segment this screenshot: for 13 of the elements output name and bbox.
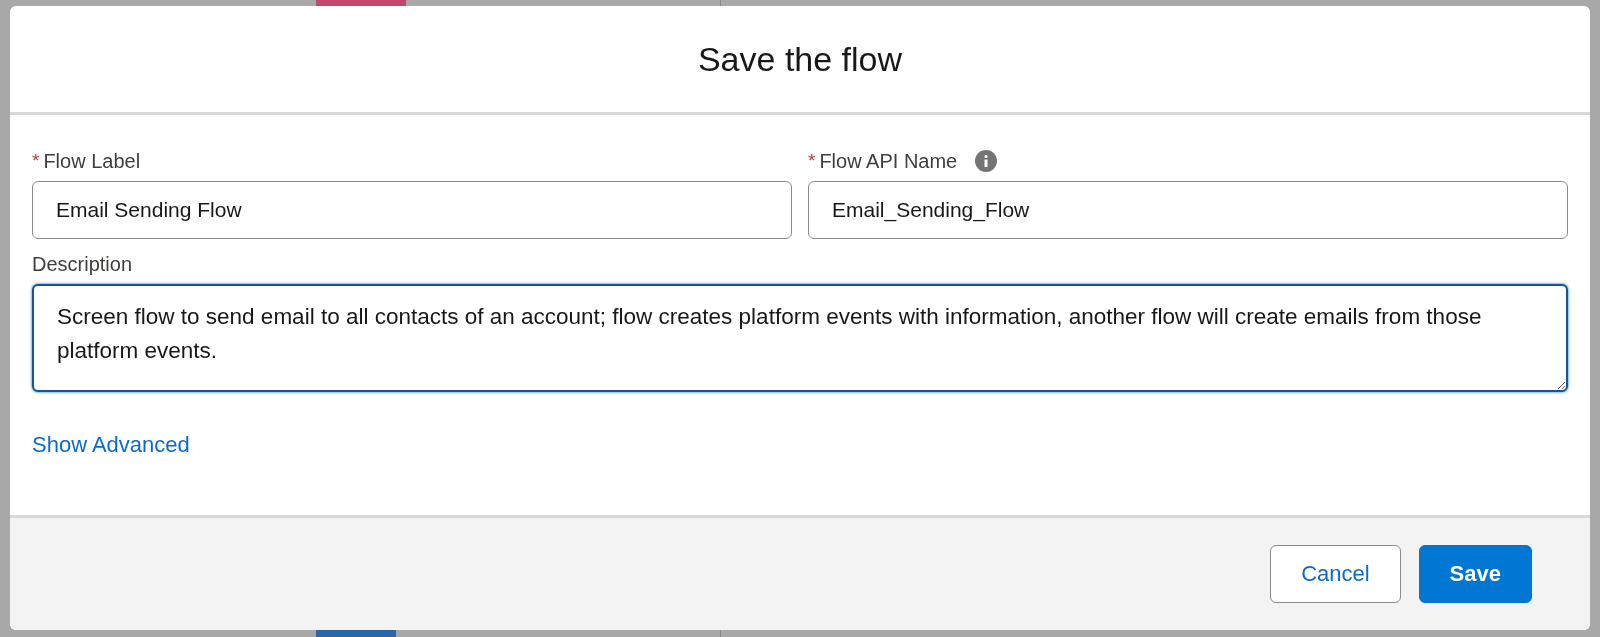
modal-title: Save the flow xyxy=(697,39,903,79)
required-mark: * xyxy=(32,150,40,172)
field-label: Flow API Name xyxy=(819,149,958,173)
text-field[interactable]: Email_Sending_Flow xyxy=(808,181,1568,239)
text-field[interactable]: Email Sending Flow xyxy=(32,181,792,239)
description-field[interactable]: Screen flow to send email to all contacts of an account; flow creates platform events with information, another flow will create emails from those platform events. xyxy=(32,284,1568,392)
show-advanced-link[interactable]: Show Advanced xyxy=(32,432,190,458)
cancel-button[interactable]: Cancel xyxy=(1270,545,1401,603)
save-button[interactable]: Save xyxy=(1418,545,1532,603)
field-label: Description xyxy=(32,253,134,276)
field-label: Flow Label xyxy=(43,149,141,173)
info-icon[interactable] xyxy=(975,150,998,172)
required-mark: * xyxy=(808,150,816,172)
